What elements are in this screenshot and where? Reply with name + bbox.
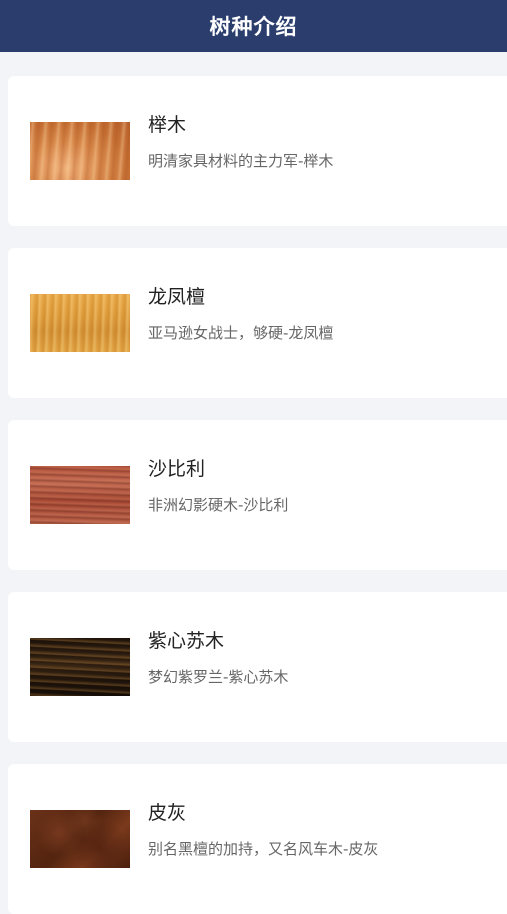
page-title: 树种介绍 — [209, 15, 298, 39]
wood-card-sapele[interactable]: 沙比利 非洲幻影硬木-沙比利 — [8, 420, 507, 570]
wood-description: 梦幻紫罗兰-紫心苏木 — [148, 668, 289, 686]
wood-thumbnail — [30, 810, 130, 868]
wood-description: 明清家具材料的主力军-榉木 — [148, 152, 334, 170]
wood-thumbnail — [30, 122, 130, 180]
wood-name: 皮灰 — [148, 802, 187, 824]
header-bar: 树种介绍 — [0, 0, 507, 52]
wood-card-beech[interactable]: 榉木 明清家具材料的主力军-榉木 — [8, 76, 507, 226]
wood-description: 非洲幻影硬木-沙比利 — [148, 496, 289, 514]
wood-name: 紫心苏木 — [148, 630, 225, 652]
wood-name: 龙凤檀 — [148, 286, 206, 308]
wood-thumbnail — [30, 638, 130, 696]
wood-name: 榉木 — [148, 114, 187, 136]
wood-name: 沙比利 — [148, 458, 206, 480]
wood-description: 别名黑檀的加持，又名风车木-皮灰 — [148, 840, 379, 858]
wood-card-padauk[interactable]: 龙凤檀 亚马逊女战士，够硬-龙凤檀 — [8, 248, 507, 398]
wood-thumbnail — [30, 294, 130, 352]
wood-card-pihui[interactable]: 皮灰 别名黑檀的加持，又名风车木-皮灰 — [8, 764, 507, 914]
wood-description: 亚马逊女战士，够硬-龙凤檀 — [148, 324, 334, 342]
wood-thumbnail — [30, 466, 130, 524]
wood-card-purpleheart[interactable]: 紫心苏木 梦幻紫罗兰-紫心苏木 — [8, 592, 507, 742]
